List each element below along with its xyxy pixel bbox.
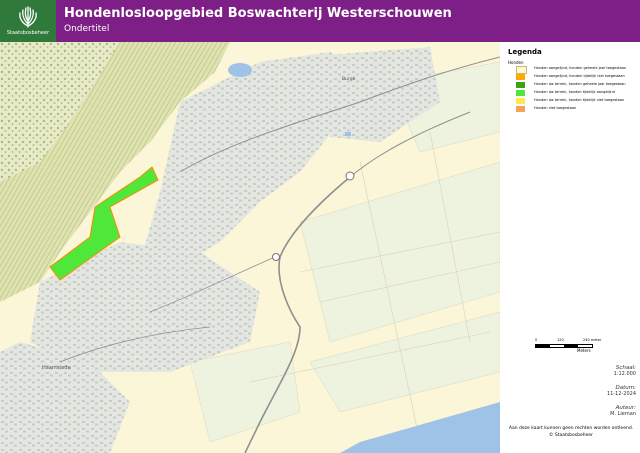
- date-info: Datum: 11-12-2024: [607, 385, 636, 397]
- scale-info: Schaal: 1:12.000: [614, 365, 636, 377]
- legend-item: Honden los terrein, honden geheele jaar …: [516, 81, 638, 89]
- legend-item: Honden niet toegestaan: [516, 105, 638, 113]
- legend-item-label: Honden los terrein, honden geheele jaar …: [534, 82, 626, 86]
- legend-title: Legenda: [508, 48, 542, 56]
- legend-list: Honden aangelijnd, honden geheele jaar t…: [516, 65, 638, 113]
- copyright-text: © Staatsbosbeheer: [549, 433, 593, 438]
- header-bar: Staatsbosbeheer Hondenlosloopgebied Bosw…: [0, 0, 640, 42]
- place-label-burgh: Burgh: [342, 76, 356, 82]
- legend-item: Honden los terrein, honden tijdelijk aan…: [516, 89, 638, 97]
- legend-item-label: Honden los terrein, honden tijdelijk aan…: [534, 90, 615, 94]
- staatsbosbeheer-logo: Staatsbosbeheer: [0, 0, 56, 42]
- place-label-haamstede: Haamstede: [42, 365, 71, 371]
- author-info: Auteur: M. Lieman: [610, 405, 636, 417]
- legend-item-label: Honden los terrein, honden tijdelijk nie…: [534, 98, 625, 102]
- author-value: M. Lieman: [610, 411, 636, 417]
- legend-swatch: [516, 74, 525, 80]
- disclaimer-text: Aan deze kaart kunnen geen rechten worde…: [508, 426, 634, 431]
- legend-item-label: Honden aangelijnd, honden tijdelijk niet…: [534, 74, 625, 78]
- tree-icon: [19, 6, 37, 28]
- legend-swatch: [516, 82, 525, 88]
- scale-bar: 0 120 240 meter Meters: [535, 338, 601, 354]
- scale-tick-0: 0: [535, 338, 538, 342]
- date-value: 11-12-2024: [606, 391, 636, 397]
- map-view[interactable]: Haamstede Burgh: [0, 42, 500, 453]
- legend-item: Honden aangelijnd, honden geheele jaar t…: [516, 65, 638, 74]
- scale-value: 1:12.000: [613, 371, 636, 377]
- legend-swatch: [516, 106, 525, 112]
- legend-item: Honden aangelijnd, honden tijdelijk niet…: [516, 73, 638, 81]
- scale-tick-240: 240 meter: [583, 338, 602, 342]
- map-canvas: Haamstede Burgh: [0, 42, 500, 453]
- scale-unit: Meters: [577, 348, 591, 353]
- legend-item: Honden los terrein, honden tijdelijk nie…: [516, 97, 638, 105]
- page-subtitle: Ondertitel: [64, 24, 110, 34]
- legend-item-label: Honden niet toegestaan: [534, 106, 577, 110]
- legend-swatch: [516, 90, 525, 96]
- legend-swatch: [516, 98, 525, 104]
- scale-tick-120: 120: [557, 338, 564, 342]
- page-title: Hondenlosloopgebied Boswachterij Westers…: [64, 6, 452, 21]
- brand-name: Staatsbosbeheer: [6, 30, 50, 36]
- legend-item-label: Honden aangelijnd, honden geheele jaar t…: [534, 66, 627, 70]
- side-panel: Legenda Honden Honden aangelijnd, honden…: [502, 42, 640, 453]
